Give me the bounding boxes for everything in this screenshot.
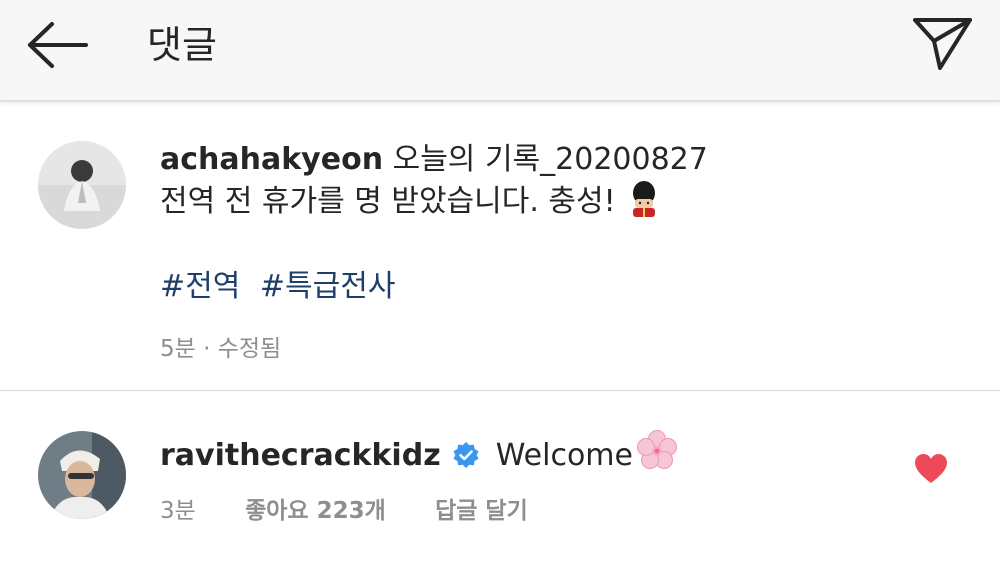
comment-meta: 3분 좋아요 223개 답글 달기 <box>160 491 570 525</box>
hashtag-link[interactable]: #전역 <box>160 269 240 304</box>
caption-text: achahakyeon 오늘의 기록_20200827 전역 전 휴가를 명 받… <box>160 139 980 229</box>
hashtag-link[interactable]: #특급전사 <box>260 269 396 304</box>
caption-line-1: 오늘의 기록_20200827 <box>392 142 708 177</box>
like-button[interactable] <box>914 453 948 485</box>
post-author-username[interactable]: achahakyeon <box>160 142 383 177</box>
post-caption: achahakyeon 오늘의 기록_20200827 전역 전 휴가를 명 받… <box>0 103 1000 390</box>
paper-plane-icon <box>913 18 972 70</box>
verified-badge-icon <box>452 439 480 481</box>
commenter-avatar[interactable] <box>38 431 126 519</box>
post-author-avatar[interactable] <box>38 141 126 229</box>
heart-icon <box>915 454 947 483</box>
back-button[interactable] <box>22 20 92 70</box>
hashtag-list: #전역 #특급전사 <box>160 266 405 308</box>
comment-text: Welcome <box>495 438 633 473</box>
post-timestamp: 5분 · 수정됨 <box>160 336 282 362</box>
caption-line-2: 전역 전 휴가를 명 받았습니다. 충성! <box>160 184 616 219</box>
share-button[interactable] <box>910 12 976 74</box>
reply-button[interactable]: 답글 달기 <box>435 498 528 524</box>
comment-timestamp: 3분 <box>160 498 196 524</box>
royal-guard-emoji-icon <box>629 181 659 229</box>
comment-item: ravithecrackkidz Welcome 3분 좋아요 223개 답글 … <box>0 391 1000 565</box>
commenter-username[interactable]: ravithecrackkidz <box>160 438 441 473</box>
cherry-blossom-icon <box>635 429 679 485</box>
page-title: 댓글 <box>147 23 217 67</box>
comment-likes-link[interactable]: 좋아요 223개 <box>245 498 386 524</box>
header-bar: 댓글 <box>0 0 1000 102</box>
comment-text-line: ravithecrackkidz Welcome <box>160 429 679 485</box>
arrow-left-icon <box>28 22 88 68</box>
